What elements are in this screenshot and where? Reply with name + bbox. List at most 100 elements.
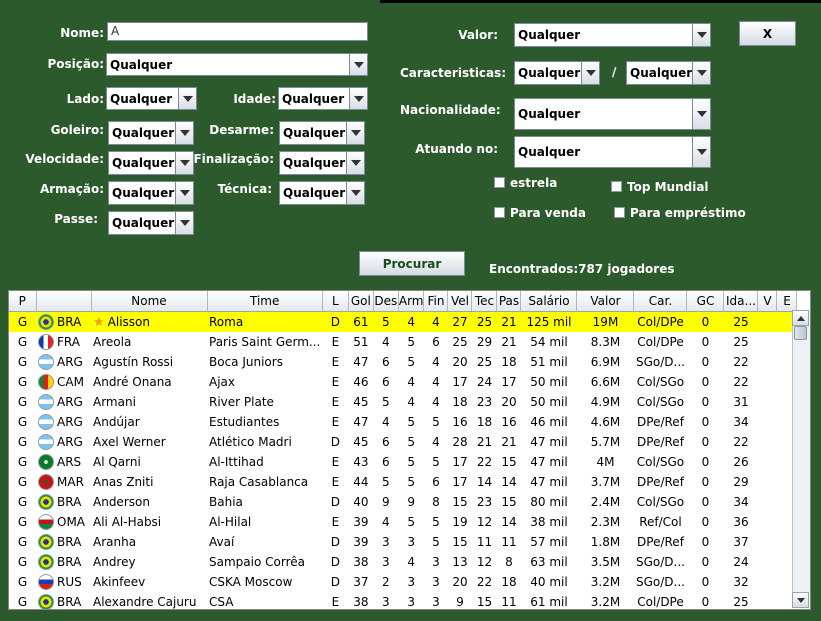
cell-arm: 5 bbox=[407, 415, 415, 429]
table-row[interactable]: G BRA Aranha Avaí D 39 3 3 5 15 11 11 57 mil 1.8M DPe/… bbox=[9, 532, 797, 552]
column-header-l[interactable]: L bbox=[322, 291, 349, 312]
table-row[interactable]: G BRA Alexandre Cajuru CSA E 38 3 3 3 9 15 11 61 mil… bbox=[9, 592, 797, 609]
cell-sal: 38 mil bbox=[530, 515, 568, 529]
cell-time: Al-Ittihad bbox=[209, 455, 264, 469]
column-header-nome[interactable]: Nome bbox=[91, 291, 208, 312]
chevron-down-icon[interactable] bbox=[692, 24, 710, 46]
cell-des: 3 bbox=[382, 555, 390, 569]
nome-input[interactable]: A bbox=[107, 22, 368, 41]
chevron-down-icon[interactable] bbox=[346, 122, 364, 144]
cell-des: 3 bbox=[382, 595, 390, 609]
nacionalidade-select[interactable]: Qualquer bbox=[514, 98, 711, 130]
table-row[interactable]: G ARG Axel Werner Atlético Madri D 45 6 5 4 28 21 2… bbox=[9, 432, 797, 452]
cell-pas: 15 bbox=[501, 495, 517, 509]
chevron-down-icon[interactable] bbox=[692, 99, 710, 129]
column-header-fin[interactable]: Fin bbox=[423, 291, 449, 312]
table-row[interactable]: G RUS Akinfeev CSKA Moscow D 37 2 3 3 20 22 18 40 mi… bbox=[9, 572, 797, 592]
posicao-select[interactable]: Qualquer bbox=[106, 53, 368, 76]
table-row[interactable]: G BRA Andrey Sampaio Corrêa D 38 3 4 3 13 12 8 63 mi… bbox=[9, 552, 797, 572]
cell-pas: 21 bbox=[501, 335, 517, 349]
player-name: Alexandre Cajuru bbox=[93, 595, 197, 609]
table-row[interactable]: G BRA Anderson Bahia D 40 9 9 8 15 23 15 80 mil 2.4M C… bbox=[9, 492, 797, 512]
cell-sal: 40 mil bbox=[530, 575, 568, 589]
finalizacao-select[interactable]: Qualquer bbox=[279, 151, 365, 175]
column-header-time[interactable]: Time bbox=[207, 291, 323, 312]
top-mundial-checkbox[interactable] bbox=[611, 181, 622, 192]
column-header-v[interactable]: V bbox=[757, 291, 778, 312]
column-header-flag[interactable] bbox=[36, 291, 92, 312]
vertical-scrollbar[interactable] bbox=[792, 310, 810, 608]
cell-time: Atlético Madri bbox=[209, 435, 292, 449]
player-name-cell: Al Qarni bbox=[91, 452, 207, 472]
table-row[interactable]: G FRA Areola Paris Saint Germ... E 51 4 5 6 25 29 2… bbox=[9, 332, 797, 352]
caracteristicas-select-2[interactable]: Qualquer bbox=[626, 61, 711, 85]
close-button[interactable]: X bbox=[739, 21, 796, 46]
cell-l: D bbox=[330, 435, 340, 449]
cell-tec: 18 bbox=[476, 415, 493, 429]
scroll-thumb[interactable] bbox=[794, 326, 807, 340]
chevron-down-icon[interactable] bbox=[692, 137, 710, 167]
column-header-valor[interactable]: Valor bbox=[576, 291, 635, 312]
chevron-down-icon[interactable] bbox=[349, 54, 367, 75]
cell-arm: 3 bbox=[407, 575, 415, 589]
chevron-down-icon[interactable] bbox=[178, 88, 196, 109]
para-emprestimo-checkbox[interactable] bbox=[614, 207, 625, 218]
column-header-car[interactable]: Car. bbox=[633, 291, 688, 312]
cell-fin: 4 bbox=[432, 375, 440, 389]
cell-pas: 17 bbox=[501, 375, 517, 389]
chevron-down-icon[interactable] bbox=[346, 182, 364, 204]
cell-ida: 25 bbox=[733, 595, 749, 609]
column-header-gc[interactable]: GC bbox=[686, 291, 725, 312]
procurar-button[interactable]: Procurar bbox=[359, 251, 465, 276]
caracteristicas-select-1[interactable]: Qualquer bbox=[514, 61, 600, 85]
cell-time: Roma bbox=[207, 311, 323, 332]
atuando-select[interactable]: Qualquer bbox=[514, 136, 711, 168]
table-row[interactable]: G ARS Al Qarni Al-Ittihad E 43 6 5 5 17 22 15 47 mil… bbox=[9, 452, 797, 472]
chevron-down-icon[interactable] bbox=[581, 62, 599, 84]
scroll-up-button[interactable] bbox=[792, 310, 809, 326]
table-row[interactable]: G ARG Armani River Plate E 45 5 4 4 18 23 20 50 mil 4… bbox=[9, 392, 797, 412]
table-row[interactable]: G MAR Anas Zniti Raja Casablanca E 44 5 5 6 17 14 1… bbox=[9, 472, 797, 492]
lado-select[interactable]: Qualquer bbox=[106, 87, 197, 110]
chevron-down-icon[interactable] bbox=[346, 152, 364, 174]
column-header-gol[interactable]: Gol bbox=[348, 291, 374, 312]
column-header-tec[interactable]: Tec bbox=[471, 291, 498, 312]
valor-select[interactable]: Qualquer bbox=[514, 23, 711, 47]
chevron-down-icon[interactable] bbox=[175, 212, 193, 234]
table-row[interactable]: G BRA ★ Alisson Roma D 61 5 4 4 27 25 21 125 mil 19M Co… bbox=[9, 311, 797, 332]
column-header-vel[interactable]: Vel bbox=[447, 291, 473, 312]
column-header-des[interactable]: Des bbox=[373, 291, 399, 312]
column-header-pas[interactable]: Pas bbox=[496, 291, 522, 312]
column-header-p[interactable]: P bbox=[9, 291, 37, 312]
para-venda-checkbox[interactable] bbox=[494, 207, 505, 218]
column-header-arm[interactable]: Arm bbox=[398, 291, 425, 312]
goleiro-select[interactable]: Qualquer bbox=[108, 121, 194, 145]
velocidade-label: Velocidade: bbox=[25, 152, 104, 166]
desarme-select[interactable]: Qualquer bbox=[279, 121, 365, 145]
cell-car: DPe/Ref bbox=[637, 435, 684, 449]
table-row[interactable]: G ARG Andújar Estudiantes E 47 4 5 5 16 18 16 46 mil… bbox=[9, 412, 797, 432]
velocidade-select[interactable]: Qualquer bbox=[108, 151, 194, 175]
cell-sal: 51 mil bbox=[530, 355, 568, 369]
cell-ida: 22 bbox=[733, 355, 749, 369]
chevron-down-icon[interactable] bbox=[175, 122, 193, 144]
chevron-down-icon[interactable] bbox=[692, 62, 710, 84]
idade-select[interactable]: Qualquer bbox=[278, 87, 368, 110]
player-name-cell: Agustín Rossi bbox=[91, 352, 207, 372]
passe-value: Qualquer bbox=[112, 216, 175, 230]
column-header-salrio[interactable]: Salário bbox=[520, 291, 578, 312]
table-row[interactable]: G ARG Agustín Rossi Boca Juniors E 47 6 5 4 20 25 1… bbox=[9, 352, 797, 372]
column-header-e[interactable]: E bbox=[776, 291, 798, 312]
passe-select[interactable]: Qualquer bbox=[108, 211, 194, 235]
cell-arm: 4 bbox=[407, 375, 415, 389]
table-row[interactable]: G CAM André Onana Ajax E 46 6 4 4 17 24 17 50 mil 6.6… bbox=[9, 372, 797, 392]
cell-time: CSA bbox=[209, 595, 234, 609]
estrela-checkbox[interactable] bbox=[494, 177, 505, 188]
column-header-ida[interactable]: Ida... bbox=[723, 291, 759, 312]
table-row[interactable]: G OMA Ali Al-Habsi Al-Hilal E 39 4 5 5 19 12 14 38 m… bbox=[9, 512, 797, 532]
scroll-down-button[interactable] bbox=[792, 592, 809, 608]
chevron-down-icon[interactable] bbox=[349, 88, 367, 109]
chevron-down-icon[interactable] bbox=[175, 182, 193, 204]
tecnica-select[interactable]: Qualquer bbox=[279, 181, 365, 205]
armacao-select[interactable]: Qualquer bbox=[108, 181, 194, 205]
